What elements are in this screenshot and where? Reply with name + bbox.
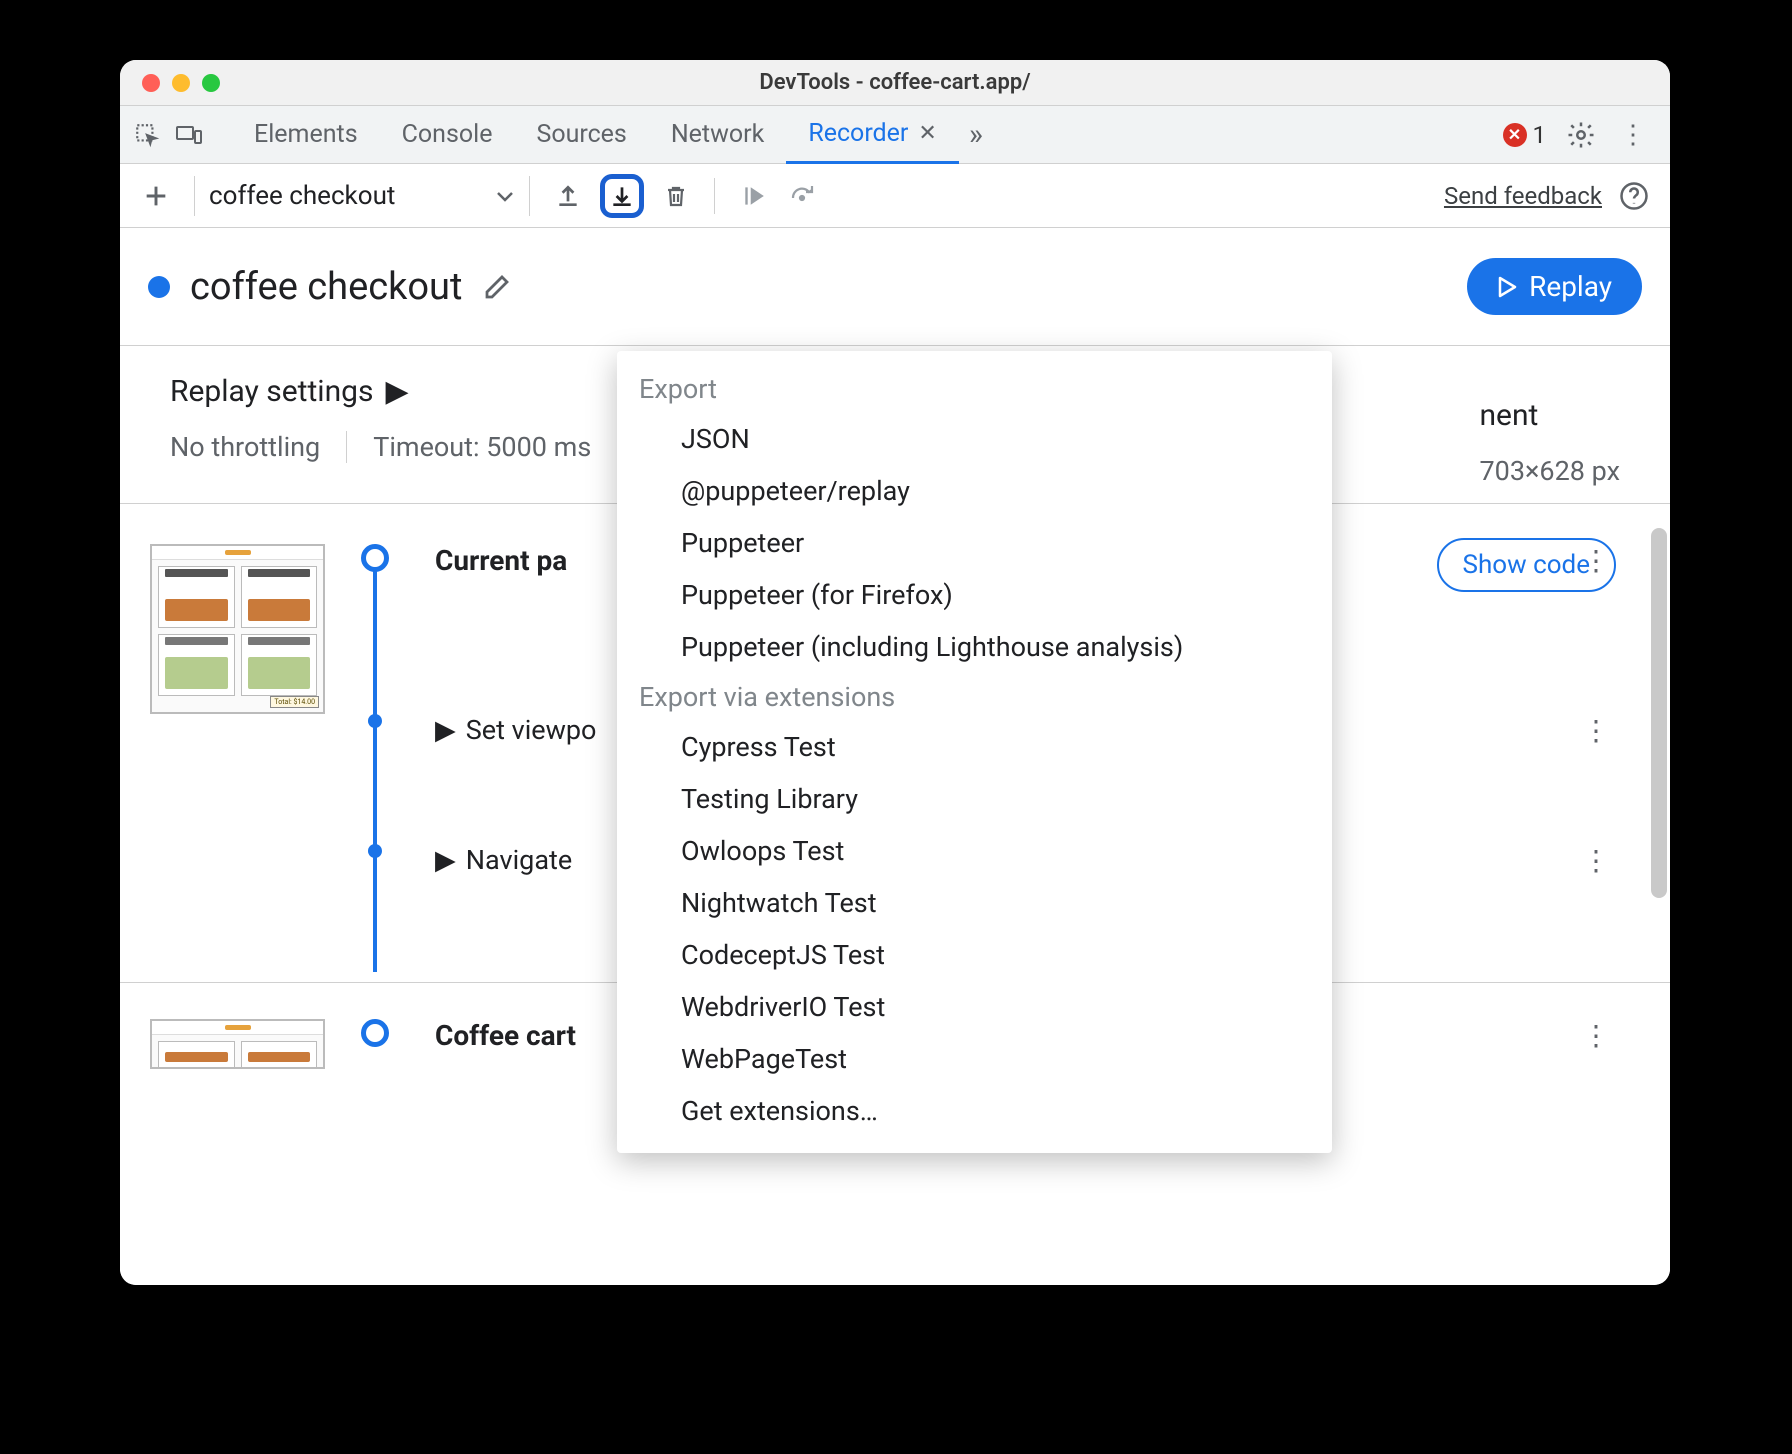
export-puppeteer-firefox[interactable]: Puppeteer (for Firefox): [617, 569, 1332, 621]
import-button[interactable]: [550, 178, 586, 214]
separator: [714, 178, 715, 214]
send-feedback-link[interactable]: Send feedback: [1444, 182, 1602, 210]
tab-console[interactable]: Console: [380, 106, 515, 164]
tab-recorder[interactable]: Recorder ✕: [786, 106, 959, 164]
throttling-value: No throttling: [170, 431, 320, 463]
export-button[interactable]: [600, 174, 644, 218]
environment-title: nent: [1479, 398, 1620, 433]
export-json[interactable]: JSON: [617, 413, 1332, 465]
error-badge[interactable]: ✕ 1: [1503, 121, 1547, 149]
titlebar: DevTools - coffee-cart.app/: [120, 60, 1670, 106]
caret-right-icon: ▶: [435, 714, 456, 746]
recording-select[interactable]: coffee checkout: [194, 176, 530, 216]
export-get-extensions[interactable]: Get extensions…: [617, 1085, 1332, 1137]
export-cypress[interactable]: Cypress Test: [617, 721, 1332, 773]
scrollbar[interactable]: [1651, 528, 1667, 898]
play-icon: [1497, 276, 1517, 298]
export-owloops[interactable]: Owloops Test: [617, 825, 1332, 877]
more-icon[interactable]: ⋮: [1616, 118, 1650, 152]
timeline-dot-icon: [368, 844, 382, 858]
recording-select-label: coffee checkout: [209, 181, 395, 211]
tabs-overflow-button[interactable]: »: [959, 106, 993, 164]
device-toggle-icon[interactable]: [172, 118, 206, 152]
recorder-content: coffee checkout Replay Replay settings ▶…: [120, 228, 1670, 1285]
tabbar-right: ✕ 1 ⋮: [1503, 118, 1661, 152]
export-extensions-header: Export via extensions: [617, 673, 1332, 721]
export-testing-library[interactable]: Testing Library: [617, 773, 1332, 825]
export-nightwatch[interactable]: Nightwatch Test: [617, 877, 1332, 929]
export-webdriverio[interactable]: WebdriverIO Test: [617, 981, 1332, 1033]
settings-icon[interactable]: [1564, 118, 1598, 152]
recording-indicator-icon: [148, 276, 170, 298]
inspect-element-icon[interactable]: [130, 118, 164, 152]
tab-network[interactable]: Network: [649, 106, 786, 164]
timeline-node-icon: [361, 544, 389, 572]
add-recording-button[interactable]: [138, 178, 174, 214]
export-menu: Export JSON @puppeteer/replay Puppeteer …: [617, 351, 1332, 1153]
recording-title: coffee checkout: [190, 265, 462, 309]
replay-button[interactable]: Replay: [1467, 258, 1642, 315]
step-more-icon[interactable]: ⋮: [1582, 714, 1620, 747]
caret-right-icon: ▶: [385, 374, 408, 409]
devtools-window: DevTools - coffee-cart.app/ Elements Con…: [120, 60, 1670, 1285]
step-more-icon[interactable]: ⋮: [1582, 1019, 1620, 1052]
replay-button-label: Replay: [1529, 270, 1612, 303]
export-menu-header: Export: [617, 365, 1332, 413]
timeline-node-icon: [361, 1019, 389, 1047]
tab-recorder-label: Recorder: [808, 119, 908, 148]
export-codeceptjs[interactable]: CodeceptJS Test: [617, 929, 1332, 981]
delete-button[interactable]: [658, 178, 694, 214]
error-icon: ✕: [1503, 123, 1527, 147]
recording-header: coffee checkout Replay: [120, 228, 1670, 345]
export-puppeteer-lighthouse[interactable]: Puppeteer (including Lighthouse analysis…: [617, 621, 1332, 673]
step-more-icon[interactable]: ⋮: [1582, 544, 1620, 577]
export-webpagetest[interactable]: WebPageTest: [617, 1033, 1332, 1085]
environment-dimensions: 703×628 px: [1479, 455, 1620, 487]
devtools-tabbar: Elements Console Sources Network Recorde…: [120, 106, 1670, 164]
thumb-footer: Total: $14.00: [270, 696, 319, 708]
step-more-icon[interactable]: ⋮: [1582, 844, 1620, 877]
caret-right-icon: ▶: [435, 844, 456, 876]
tab-sources[interactable]: Sources: [514, 106, 648, 164]
replay-step-button[interactable]: [785, 178, 821, 214]
step-over-button[interactable]: [735, 178, 771, 214]
environment-section: nent 703×628 px: [1479, 398, 1620, 487]
close-tab-icon[interactable]: ✕: [918, 121, 936, 146]
chevron-down-icon: [495, 189, 515, 203]
tab-elements[interactable]: Elements: [232, 106, 380, 164]
export-puppeteer-replay[interactable]: @puppeteer/replay: [617, 465, 1332, 517]
timeline-dot-icon: [368, 714, 382, 728]
timeout-value: Timeout: 5000 ms: [373, 431, 591, 463]
error-count: 1: [1533, 121, 1547, 149]
step-thumbnail: Total: $14.00: [150, 544, 325, 714]
recorder-toolbar: coffee checkout Send feedback: [120, 164, 1670, 228]
window-title: DevTools - coffee-cart.app/: [120, 70, 1670, 95]
help-icon[interactable]: [1616, 178, 1652, 214]
export-puppeteer[interactable]: Puppeteer: [617, 517, 1332, 569]
edit-title-icon[interactable]: [482, 272, 512, 302]
tabs-container: Elements Console Sources Network Recorde…: [232, 106, 1495, 164]
step-thumbnail: [150, 1019, 325, 1069]
